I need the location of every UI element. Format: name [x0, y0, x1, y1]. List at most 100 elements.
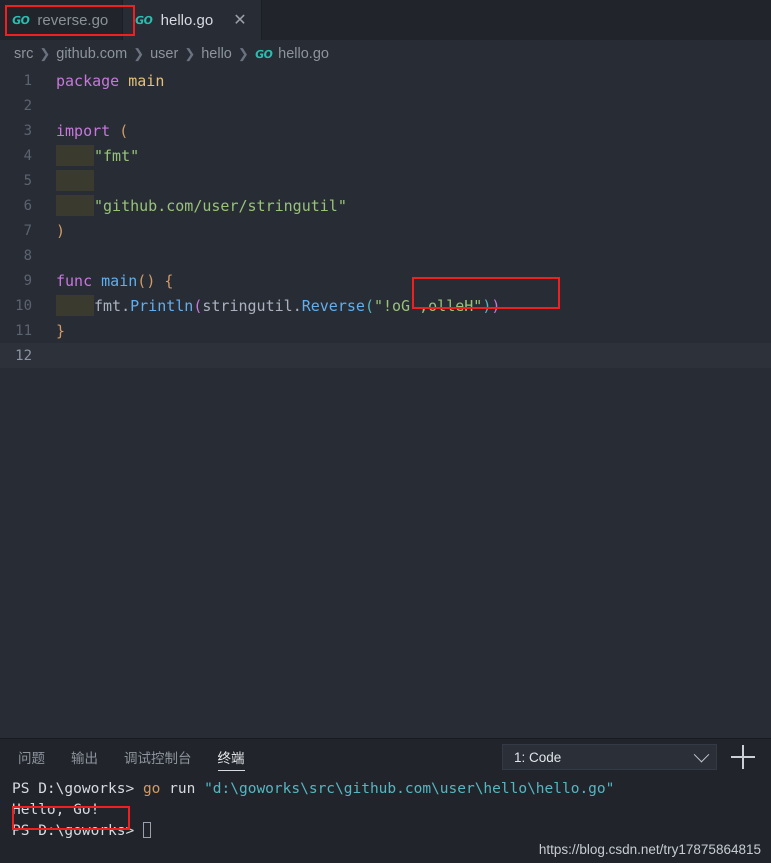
tab-bar-empty-area: [261, 0, 771, 40]
code-token: }: [56, 321, 66, 340]
code-line[interactable]: 11}: [0, 318, 771, 343]
code-line[interactable]: 1 package main: [0, 68, 771, 93]
code-line[interactable]: 4 "fmt": [0, 143, 771, 168]
editor-tab-bar: GO reverse.go GO hello.go ✕: [0, 0, 771, 40]
panel-actions: 1: Code: [502, 739, 761, 775]
code-line-text: package main: [56, 72, 164, 90]
code-token: stringutil: [202, 297, 293, 315]
code-token: (: [364, 297, 374, 315]
code-token: ): [56, 221, 66, 240]
breadcrumb-item-file[interactable]: GO hello.go: [254, 46, 329, 62]
code-token: func: [56, 271, 102, 290]
line-number: 11: [15, 322, 32, 339]
code-line-text: "fmt": [56, 145, 139, 166]
code-line[interactable]: 5: [0, 168, 771, 193]
terminal-output[interactable]: PS D:\goworks> go run "d:\goworks\src\gi…: [0, 775, 771, 842]
code-line-text: }: [56, 322, 65, 340]
code-token: main: [128, 71, 165, 90]
panel-tab-terminal[interactable]: 终端: [217, 739, 245, 775]
line-number: 2: [23, 97, 32, 114]
chevron-down-icon: [693, 746, 710, 762]
terminal-text: PS D:\goworks>: [12, 781, 143, 797]
line-number: 6: [23, 197, 32, 214]
code-token: Reverse: [301, 297, 365, 315]
code-line-text: [56, 170, 94, 191]
terminal-text: Hello, Go!: [12, 802, 100, 818]
panel-tab-debug-console[interactable]: 调试控制台: [124, 739, 192, 775]
close-icon[interactable]: ✕: [233, 12, 246, 28]
line-number: 5: [23, 172, 32, 189]
indent-guide: [56, 145, 94, 166]
chevron-right-icon: ❯: [237, 46, 249, 61]
indent-guide: [56, 195, 94, 216]
breadcrumb: src ❯ github.com ❯ user ❯ hello ❯ GO hel…: [0, 40, 771, 68]
code-token: "!oG ,olleH": [373, 297, 483, 315]
code-token: .: [292, 297, 302, 315]
chevron-right-icon: ❯: [184, 46, 196, 61]
code-line[interactable]: 8: [0, 243, 771, 268]
code-line[interactable]: 10 fmt.Println(stringutil.Reverse("!oG ,o…: [0, 293, 771, 318]
code-token: "github.com/user/stringutil": [94, 197, 347, 215]
go-file-icon: GO: [134, 13, 154, 27]
code-line[interactable]: 12: [0, 343, 771, 368]
code-token: "fmt": [94, 147, 140, 165]
terminal-line: PS D:\goworks>: [12, 821, 771, 842]
line-number: 9: [23, 272, 32, 289]
code-token: (: [119, 121, 129, 140]
code-token: Println: [130, 297, 194, 315]
code-line-text: ): [56, 222, 65, 240]
code-token: main: [101, 271, 138, 290]
terminal-text: "d:\goworks\src\github.com\user\hello\he…: [204, 781, 615, 797]
line-number: 7: [23, 222, 32, 239]
code-line-text: import (: [56, 122, 128, 140]
terminal-line: PS D:\goworks> go run "d:\goworks\src\gi…: [12, 779, 771, 800]
indent-guide: [56, 295, 94, 316]
panel-tab-problems[interactable]: 问题: [18, 739, 45, 775]
terminal-selector[interactable]: 1: Code: [502, 744, 717, 770]
panel-tab-output[interactable]: 输出: [71, 739, 98, 775]
code-line[interactable]: 9 func main() {: [0, 268, 771, 293]
code-line-text: fmt.Println(stringutil.Reverse("!oG ,oll…: [56, 295, 500, 316]
indent-guide: [56, 170, 94, 191]
breadcrumb-item-user[interactable]: user: [150, 46, 178, 62]
code-line-text: "github.com/user/stringutil": [56, 195, 347, 216]
breadcrumb-item-github[interactable]: github.com: [56, 46, 127, 62]
code-token: fmt: [94, 297, 122, 315]
breadcrumb-item-hello[interactable]: hello: [201, 46, 232, 62]
line-number: 3: [23, 122, 32, 139]
code-token: {: [164, 271, 174, 290]
code-line[interactable]: 2: [0, 93, 771, 118]
tab-label: hello.go: [160, 11, 214, 29]
code-editor[interactable]: 1 package main 2 3 import (4 "fmt" 5 6 "github.c…: [0, 68, 771, 738]
watermark-url: https://blog.csdn.net/try17875864815: [538, 842, 761, 857]
code-token: ): [146, 271, 156, 290]
terminal-selector-value: 1: Code: [514, 749, 562, 765]
terminal-cursor: [142, 822, 151, 838]
new-terminal-button[interactable]: [731, 745, 755, 769]
terminal-text: run: [160, 781, 205, 797]
code-line[interactable]: 6 "github.com/user/stringutil": [0, 193, 771, 218]
code-line[interactable]: 3 import (: [0, 118, 771, 143]
go-file-icon: GO: [11, 13, 31, 27]
code-token: package: [56, 71, 129, 90]
breadcrumb-file-label: hello.go: [278, 46, 329, 62]
terminal-line: Hello, Go!: [12, 800, 771, 821]
line-number: 4: [23, 147, 32, 164]
line-number: 1: [23, 72, 32, 89]
chevron-right-icon: ❯: [133, 46, 145, 61]
line-number: 10: [15, 297, 32, 314]
code-token: (: [137, 271, 147, 290]
code-line[interactable]: 7): [0, 218, 771, 243]
tab-hello-go[interactable]: GO hello.go ✕: [123, 0, 262, 40]
code-token: ): [491, 297, 501, 315]
tab-reverse-go[interactable]: GO reverse.go: [0, 0, 124, 40]
line-number: 8: [23, 247, 32, 264]
tab-label: reverse.go: [37, 11, 109, 29]
line-number: 12: [15, 347, 32, 364]
vscode-window: GO reverse.go GO hello.go ✕ src ❯ github…: [0, 0, 771, 863]
code-line-text: func main() {: [56, 272, 173, 290]
chevron-right-icon: ❯: [39, 46, 51, 61]
code-token: import: [56, 121, 120, 140]
terminal-text: go: [142, 781, 161, 797]
breadcrumb-item-src[interactable]: src: [14, 46, 33, 62]
